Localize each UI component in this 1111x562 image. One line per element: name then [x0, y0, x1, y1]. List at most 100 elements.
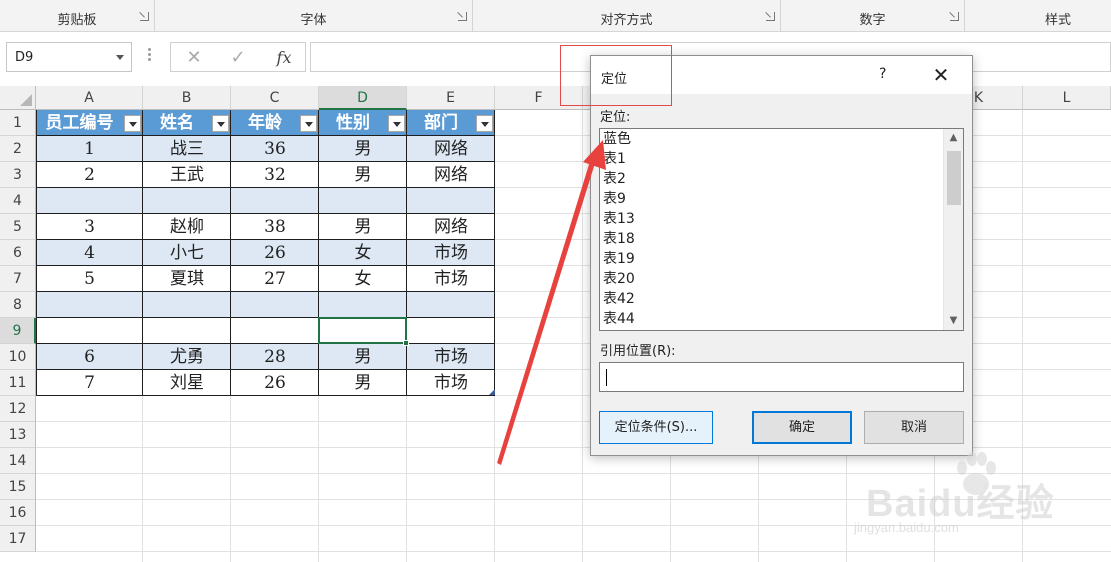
goto-list-item[interactable]: 表2: [603, 169, 626, 189]
goto-list-item[interactable]: 表1: [603, 149, 626, 169]
table-cell[interactable]: 男: [319, 136, 407, 162]
chevron-down-icon[interactable]: ▼: [944, 312, 963, 330]
table-cell[interactable]: [36, 318, 143, 344]
filter-dropdown-icon[interactable]: [300, 115, 317, 132]
goto-list-item[interactable]: 蓝色: [603, 129, 631, 149]
table-cell[interactable]: [231, 292, 319, 318]
row-header-11[interactable]: 11: [0, 370, 36, 396]
column-header-b[interactable]: B: [143, 86, 231, 110]
column-header-a[interactable]: A: [36, 86, 143, 110]
dialog-launcher-icon[interactable]: [140, 12, 149, 21]
row-header-3[interactable]: 3: [0, 162, 36, 188]
column-header-d[interactable]: D: [319, 86, 407, 110]
close-icon[interactable]: ✕: [927, 62, 955, 88]
chevron-up-icon[interactable]: ▲: [944, 129, 963, 147]
filter-dropdown-icon[interactable]: [212, 115, 229, 132]
table-cell[interactable]: 夏琪: [143, 266, 231, 292]
table-cell[interactable]: 市场: [407, 344, 495, 370]
table-cell[interactable]: 男: [319, 370, 407, 396]
table-cell[interactable]: 4: [36, 240, 143, 266]
row-header-13[interactable]: 13: [0, 422, 36, 448]
table-cell[interactable]: [36, 188, 143, 214]
row-header-5[interactable]: 5: [0, 214, 36, 240]
cancel-button[interactable]: 取消: [864, 411, 964, 444]
table-cell[interactable]: 小七: [143, 240, 231, 266]
ok-button[interactable]: 确定: [752, 411, 852, 444]
row-header-15[interactable]: 15: [0, 474, 36, 500]
scrollbar-thumb[interactable]: [947, 151, 961, 205]
table-cell[interactable]: 女: [319, 240, 407, 266]
dialog-launcher-icon[interactable]: [458, 12, 467, 21]
goto-list-item[interactable]: 表18: [603, 229, 635, 249]
goto-list-item[interactable]: 表13: [603, 209, 635, 229]
filter-dropdown-icon[interactable]: [388, 115, 405, 132]
row-header-2[interactable]: 2: [0, 136, 36, 162]
goto-list-item[interactable]: 表9: [603, 189, 626, 209]
name-box[interactable]: D9: [6, 42, 132, 72]
select-all-button[interactable]: [0, 86, 36, 110]
table-cell[interactable]: 王武: [143, 162, 231, 188]
table-cell[interactable]: 赵柳: [143, 214, 231, 240]
table-cell[interactable]: 男: [319, 214, 407, 240]
row-header-1[interactable]: 1: [0, 110, 36, 136]
table-cell[interactable]: [407, 318, 495, 344]
table-cell[interactable]: 36: [231, 136, 319, 162]
dialog-launcher-icon[interactable]: [766, 12, 775, 21]
goto-list[interactable]: 蓝色 表1 表2 表9 表13 表18 表19 表20 表42 表44 ▲ ▼: [599, 128, 964, 331]
reference-input[interactable]: [599, 362, 964, 392]
table-cell[interactable]: 男: [319, 162, 407, 188]
table-cell[interactable]: 市场: [407, 240, 495, 266]
dialog-launcher-icon[interactable]: [950, 12, 959, 21]
table-cell[interactable]: [407, 292, 495, 318]
table-cell[interactable]: [143, 318, 231, 344]
column-header-e[interactable]: E: [407, 86, 495, 110]
insert-function-icon[interactable]: fx: [269, 46, 299, 70]
table-cell[interactable]: 市场: [407, 370, 495, 396]
table-cell[interactable]: [407, 188, 495, 214]
row-header-14[interactable]: 14: [0, 448, 36, 474]
table-cell[interactable]: 26: [231, 240, 319, 266]
row-header-4[interactable]: 4: [0, 188, 36, 214]
table-cell[interactable]: [231, 318, 319, 344]
table-cell[interactable]: 尤勇: [143, 344, 231, 370]
table-cell[interactable]: 38: [231, 214, 319, 240]
selected-cell[interactable]: [318, 317, 407, 344]
row-header-17[interactable]: 17: [0, 526, 36, 552]
goto-list-item[interactable]: 表44: [603, 309, 635, 329]
fill-handle[interactable]: [403, 340, 409, 346]
filter-dropdown-icon[interactable]: [124, 115, 141, 132]
table-cell[interactable]: [143, 188, 231, 214]
table-cell[interactable]: [143, 292, 231, 318]
goto-list-item[interactable]: 表19: [603, 249, 635, 269]
table-cell[interactable]: 27: [231, 266, 319, 292]
column-header-c[interactable]: C: [231, 86, 319, 110]
table-cell[interactable]: [231, 188, 319, 214]
help-icon[interactable]: ?: [879, 66, 886, 82]
table-cell[interactable]: 网络: [407, 214, 495, 240]
row-header-6[interactable]: 6: [0, 240, 36, 266]
goto-special-button[interactable]: 定位条件(S)...: [599, 411, 713, 444]
table-cell[interactable]: 6: [36, 344, 143, 370]
table-cell[interactable]: 战三: [143, 136, 231, 162]
table-cell[interactable]: 网络: [407, 162, 495, 188]
goto-list-item[interactable]: 表42: [603, 289, 635, 309]
list-scrollbar[interactable]: ▲ ▼: [943, 129, 963, 330]
table-cell[interactable]: 市场: [407, 266, 495, 292]
drag-handle-icon[interactable]: [148, 48, 152, 64]
table-cell[interactable]: 刘星: [143, 370, 231, 396]
row-header-7[interactable]: 7: [0, 266, 36, 292]
table-cell[interactable]: 28: [231, 344, 319, 370]
table-cell[interactable]: 26: [231, 370, 319, 396]
filter-dropdown-icon[interactable]: [476, 115, 493, 132]
table-cell[interactable]: 女: [319, 266, 407, 292]
table-cell[interactable]: 男: [319, 344, 407, 370]
table-cell[interactable]: [319, 188, 407, 214]
row-header-10[interactable]: 10: [0, 344, 36, 370]
cancel-icon[interactable]: ✕: [179, 46, 209, 70]
column-header-l[interactable]: L: [1023, 86, 1111, 110]
table-cell[interactable]: 5: [36, 266, 143, 292]
table-cell[interactable]: 1: [36, 136, 143, 162]
row-header-8[interactable]: 8: [0, 292, 36, 318]
row-header-12[interactable]: 12: [0, 396, 36, 422]
table-cell[interactable]: [319, 292, 407, 318]
